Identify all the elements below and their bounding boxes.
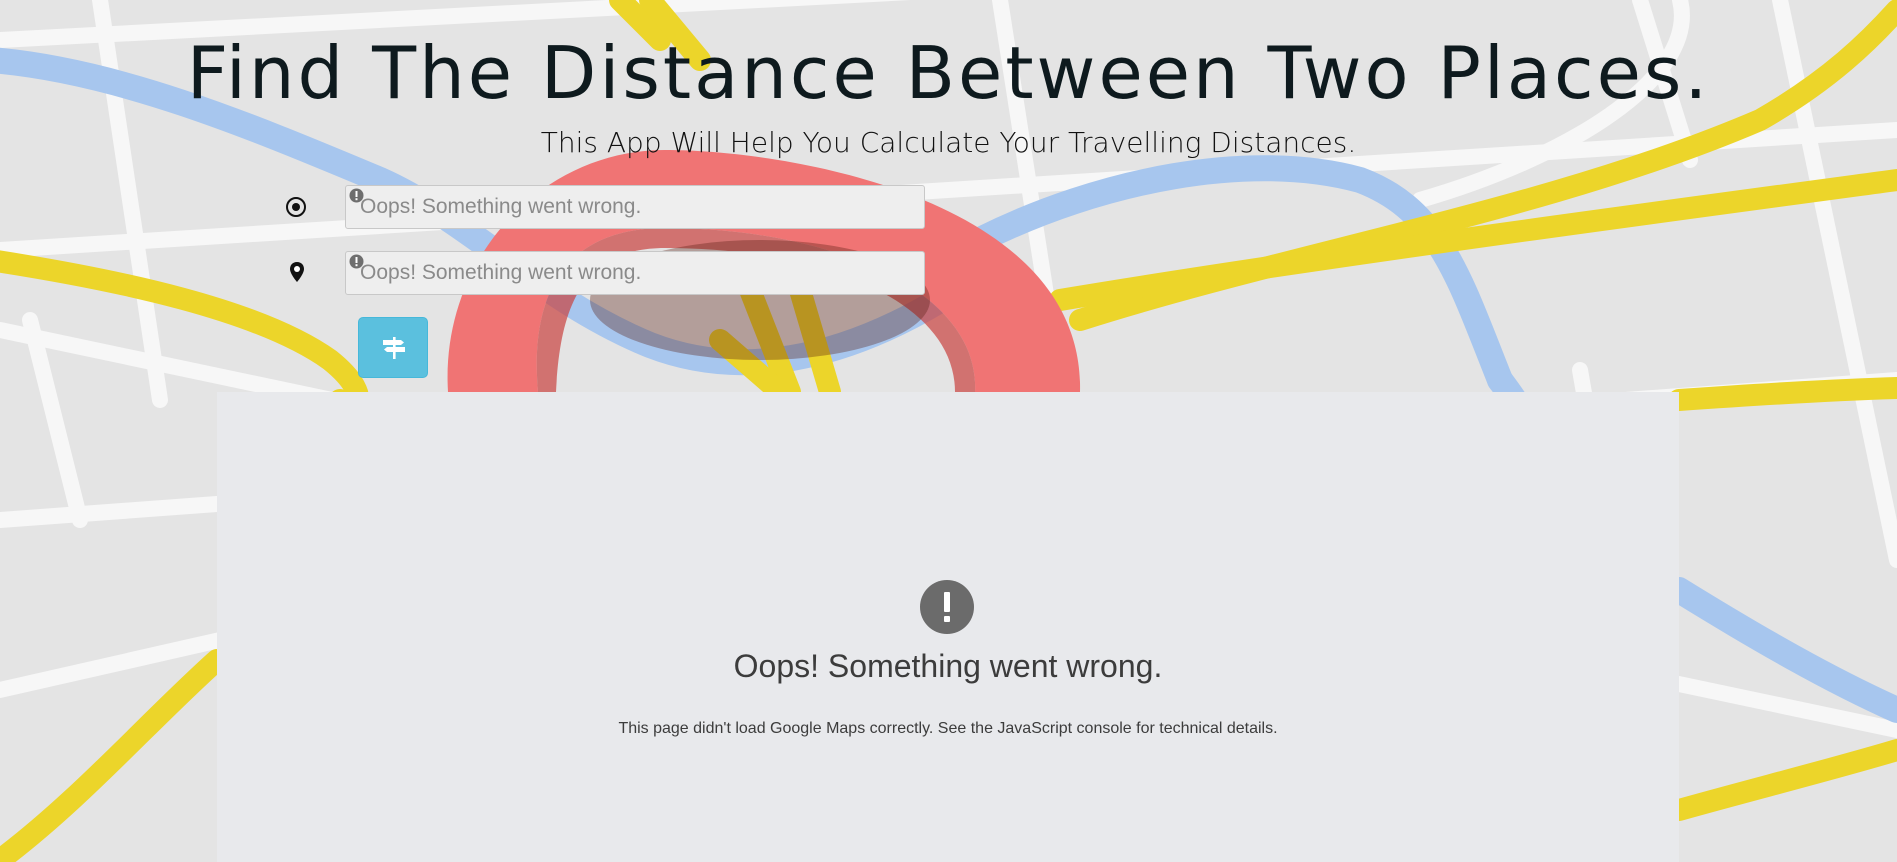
exclamation-circle-icon xyxy=(920,580,974,634)
calculate-route-button[interactable] xyxy=(358,317,428,378)
page-subtitle: This App Will Help You Calculate Your Tr… xyxy=(540,126,1357,159)
origin-field[interactable] xyxy=(345,185,925,229)
signpost-icon xyxy=(383,337,405,359)
map-error-title: Oops! Something went wrong. xyxy=(733,648,1163,684)
destination-field[interactable] xyxy=(345,251,925,295)
page-title: Find The Distance Between Two Places. xyxy=(186,31,1711,115)
map-panel[interactable]: Oops! Something went wrong. This page di… xyxy=(217,392,1679,862)
destination-input[interactable] xyxy=(360,252,920,294)
map-pin-icon xyxy=(290,262,304,282)
error-icon xyxy=(349,254,364,269)
origin-input[interactable] xyxy=(360,186,920,228)
origin-target-icon xyxy=(286,197,306,217)
error-icon xyxy=(349,188,364,203)
page: Find The Distance Between Two Places. Th… xyxy=(0,0,1897,862)
map-error-message: This page didn't load Google Maps correc… xyxy=(618,720,1278,737)
